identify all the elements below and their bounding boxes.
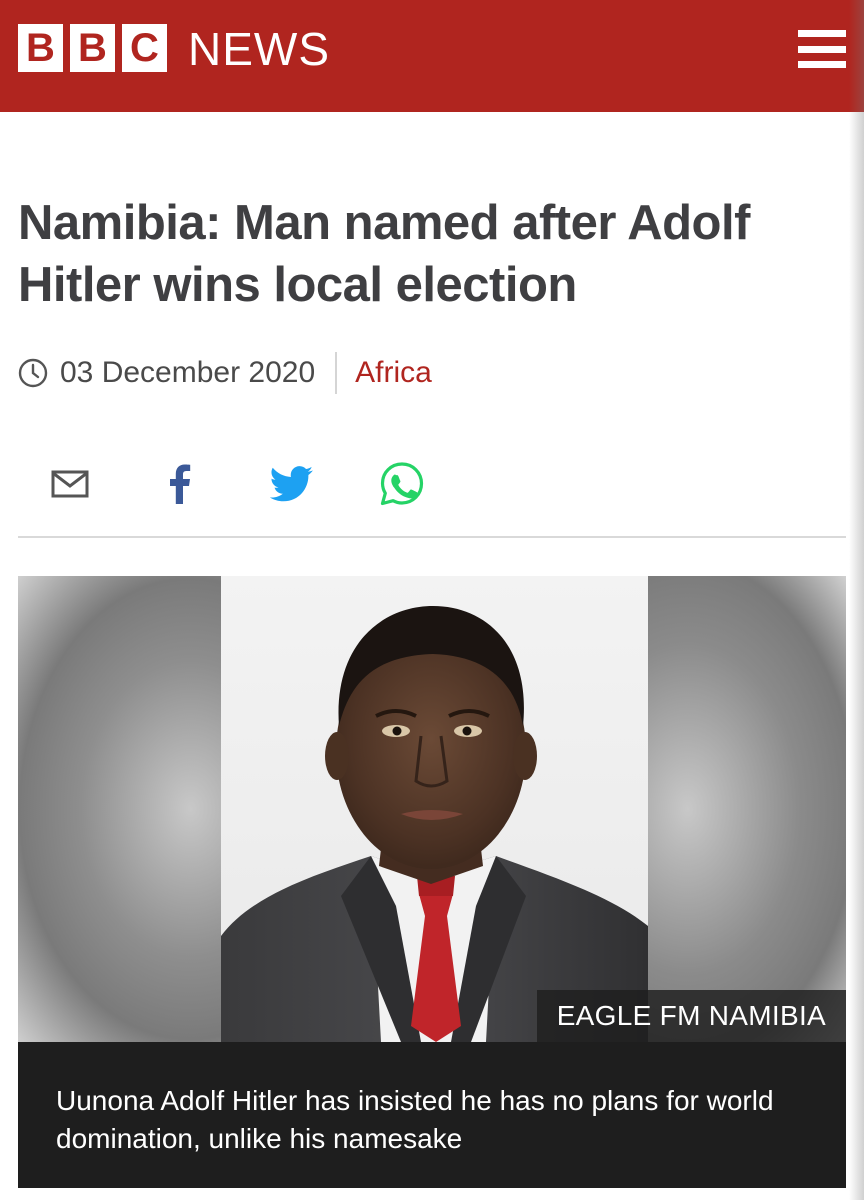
article-headline: Namibia: Man named after Adolf Hitler wi…: [18, 196, 750, 312]
bbc-logo[interactable]: B B C: [18, 24, 174, 72]
menu-bar: [798, 45, 846, 53]
category-link[interactable]: Africa: [355, 356, 432, 390]
site-header: B B C NEWS: [0, 0, 864, 112]
whatsapp-icon: [380, 462, 424, 506]
screen-edge-shadow: [849, 0, 864, 1200]
image-blur-left: [18, 576, 221, 1042]
menu-bar: [798, 61, 846, 68]
twitter-icon: [270, 466, 313, 502]
share-whatsapp-button[interactable]: [372, 458, 432, 510]
logo-block-b1: B: [18, 24, 63, 72]
article-page: B B C NEWS Namibia: Man named after Adol…: [0, 0, 864, 1200]
image-blur-right: [648, 576, 846, 1042]
clock-icon: [18, 358, 48, 388]
image-credit: EAGLE FM NAMIBIA: [536, 990, 846, 1042]
article-meta: 03 December 2020 Africa: [18, 350, 432, 396]
email-icon: [51, 470, 89, 498]
facebook-icon: [170, 464, 191, 504]
logo-block-b2: B: [70, 24, 115, 72]
section-divider: [18, 536, 846, 538]
lead-image[interactable]: EAGLE FM NAMIBIA: [18, 576, 846, 1042]
news-wordmark[interactable]: NEWS: [188, 24, 330, 74]
image-caption: Uunona Adolf Hitler has insisted he has …: [18, 1042, 846, 1188]
share-facebook-button[interactable]: [150, 458, 210, 510]
hamburger-menu-icon[interactable]: [798, 30, 846, 68]
share-twitter-button[interactable]: [262, 458, 322, 510]
logo-block-c: C: [122, 24, 167, 72]
portrait-photo: [221, 576, 648, 1042]
meta-divider: [335, 352, 338, 394]
article-date: 03 December 2020: [60, 356, 316, 389]
portrait-figure: [221, 606, 648, 1042]
menu-bar: [798, 30, 846, 37]
share-email-button[interactable]: [40, 458, 100, 510]
